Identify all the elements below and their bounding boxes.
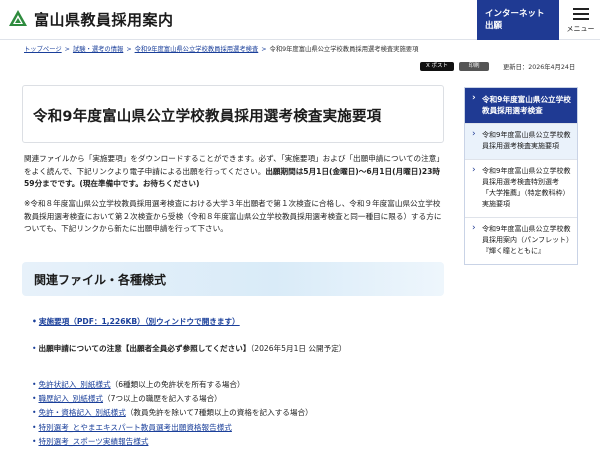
site-header: 富山県教員採用案内 インターネット 出願 メニュー xyxy=(0,0,600,40)
menu-button[interactable]: メニュー xyxy=(561,0,600,40)
implementation-guide-pdf-link[interactable]: 実施要項（PDF：1,226KB）（別ウィンドウで開きます） xyxy=(39,317,240,326)
sports-report-form-link[interactable]: 特別選考_スポーツ実績報告様式 xyxy=(38,437,148,446)
file-link-row: • 実施要項（PDF：1,226KB）（別ウィンドウで開きます） xyxy=(32,316,240,327)
intro-text: 関連ファイルから「実施要項」をダウンロードすることができます。必ず、「実施要項」… xyxy=(24,153,444,191)
breadcrumb-item-top[interactable]: トップページ xyxy=(24,46,62,53)
bullet-icon: • xyxy=(32,380,37,389)
expert-report-form-link[interactable]: 特別選考_とやまエキスパート教員選考出願資格報告様式 xyxy=(38,423,231,432)
bullet-icon: • xyxy=(32,422,37,432)
apply-label-line2: 出願 xyxy=(485,21,503,31)
site-title[interactable]: 富山県教員採用案内 xyxy=(34,9,174,30)
breadcrumb-item-exam-info[interactable]: 試験・選考の情報 xyxy=(73,46,123,53)
bullet-icon: • xyxy=(32,436,37,446)
form-links-list: • 免許状記入_別紙様式（6種類以上の免許状を所有する場合） • 職歴記入_別紙様式… xyxy=(32,378,313,449)
license-form-link[interactable]: 免許状記入_別紙様式 xyxy=(38,380,110,389)
bullet-icon: • xyxy=(32,317,37,326)
page-title: 令和9年度富山県公立学校教員採用選考検査実施要項 xyxy=(33,109,382,125)
bullet-icon: • xyxy=(32,344,37,353)
updated-date: 更新日：2026年4月24日 xyxy=(503,64,576,71)
list-item: • 特別選考_スポーツ実績報告様式 xyxy=(32,435,313,449)
section-title: 関連ファイル・各種様式 xyxy=(34,273,167,287)
sidebar-item-guidelines[interactable]: 令和9年度富山県公立学校教員採用選考検査実施要項 xyxy=(465,123,577,159)
notice-row: • 出願申請についての注意【出願者全員必ず参照してください】（2026年5月1日 … xyxy=(32,343,346,354)
breadcrumb-item-current: 令和9年度富山県公立学校教員採用選考検査実施要項 xyxy=(269,46,419,53)
logo-icon[interactable] xyxy=(8,9,28,27)
page-title-box: 令和9年度富山県公立学校教員採用選考検査実施要項 xyxy=(22,85,444,143)
sidebar-item-special-selection[interactable]: 令和9年度富山県公立学校教員採用選考検査特別選考「大学推薦」（特定教科枠）実施要… xyxy=(465,159,577,217)
sidebar-heading[interactable]: 令和9年度富山県公立学校教員採用選考検査 xyxy=(465,88,577,123)
note-text: ※令和８年度富山県公立学校教員採用選考検査における大学３年出願者で第１次検査に合… xyxy=(24,199,442,233)
hamburger-icon xyxy=(573,8,589,20)
internet-apply-button[interactable]: インターネット 出願 xyxy=(477,0,559,40)
link-description: （教員免許を除いて7種類以上の資格を記入する場合） xyxy=(125,408,313,418)
notice-title: 出願申請についての注意【出願者全員必ず参照してください】 xyxy=(38,344,251,353)
sidebar-item-pamphlet[interactable]: 令和9年度富山県公立学校教員採用案内（パンフレット）『輝く瞳とともに』 xyxy=(465,217,577,264)
print-button[interactable]: 印刷 xyxy=(459,62,489,71)
qualification-form-link[interactable]: 免許・資格記入_別紙様式 xyxy=(38,408,125,417)
bullet-icon: • xyxy=(32,394,37,404)
list-item: • 免許状記入_別紙様式（6種類以上の免許状を所有する場合） xyxy=(32,378,313,392)
link-description: （7つ以上の職歴を記入する場合） xyxy=(103,394,222,404)
x-post-button[interactable]: X ポスト xyxy=(420,62,454,71)
career-form-link[interactable]: 職歴記入_別紙様式 xyxy=(38,394,103,403)
link-description: （6種類以上の免許状を所有する場合） xyxy=(110,380,245,389)
list-item: • 職歴記入_別紙様式（7つ以上の職歴を記入する場合） xyxy=(32,392,313,406)
menu-label: メニュー xyxy=(566,25,595,33)
list-item: • 特別選考_とやまエキスパート教員選考出願資格報告様式 xyxy=(32,421,313,435)
breadcrumb: トップページ > 試験・選考の情報 > 令和9年度富山県公立学校教員採用選考検査 > 令和9… xyxy=(24,46,419,53)
bullet-icon: • xyxy=(32,408,37,418)
notice-date: （2026年5月1日 公開予定） xyxy=(250,344,347,353)
breadcrumb-item-exam[interactable]: 令和9年度富山県公立学校教員採用選考検査 xyxy=(135,46,259,53)
sidebar-nav: 令和9年度富山県公立学校教員採用選考検査 令和9年度富山県公立学校教員採用選考検… xyxy=(464,87,578,265)
section-heading: 関連ファイル・各種様式 xyxy=(22,262,444,296)
apply-label-line1: インターネット xyxy=(485,9,545,19)
list-item: • 免許・資格記入_別紙様式（教員免許を除いて7種類以上の資格を記入する場合） xyxy=(32,406,313,420)
